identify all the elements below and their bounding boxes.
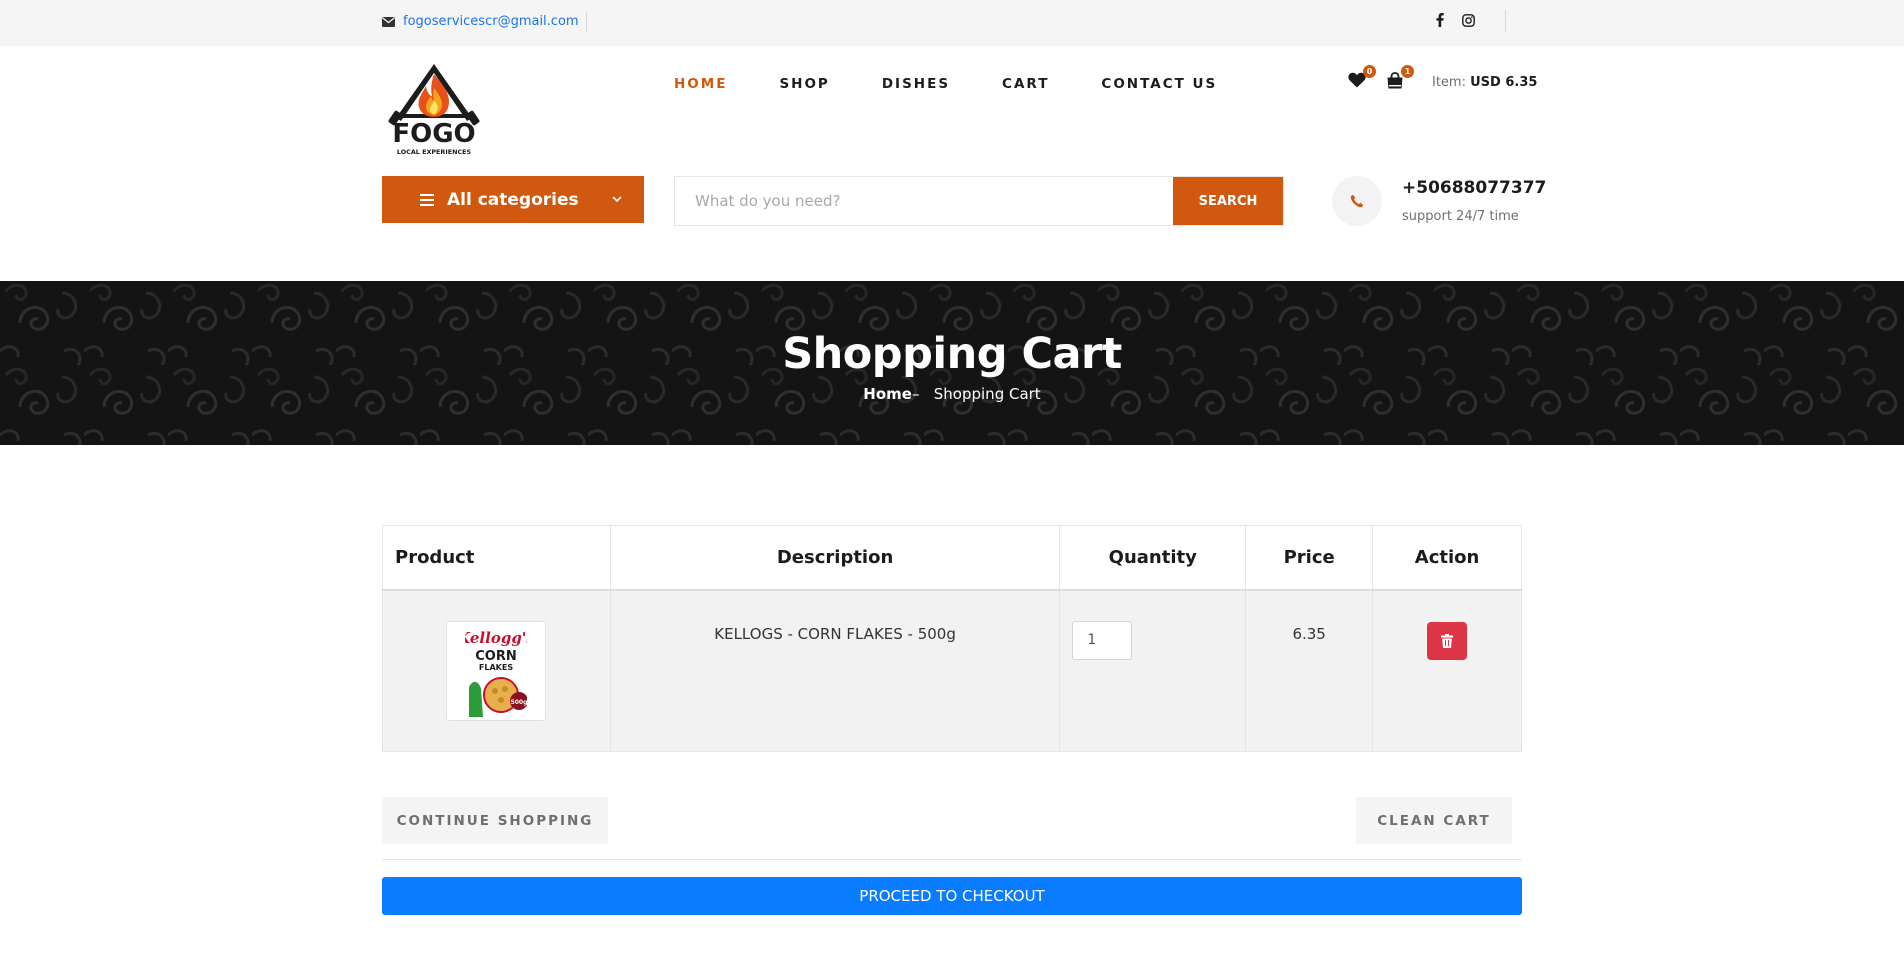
product-cell: Kellogg's CORN FLAKES 500g	[382, 589, 611, 752]
brand-logo[interactable]: FOGO LOCAL EXPERIENCES	[382, 58, 486, 158]
facebook-icon[interactable]	[1436, 13, 1444, 27]
divider	[586, 12, 587, 32]
breadcrumb: Home– Shopping Cart	[0, 385, 1904, 403]
svg-text:FLAKES: FLAKES	[479, 663, 513, 672]
all-categories-label: All categories	[447, 189, 579, 210]
column-header-description: Description	[609, 525, 1061, 591]
svg-text:CORN: CORN	[476, 649, 517, 664]
continue-shopping-button[interactable]: CONTINUE SHOPPING	[382, 797, 608, 844]
column-header-product: Product	[382, 525, 611, 591]
wishlist-count-badge: 0	[1363, 65, 1376, 78]
envelope-icon	[382, 16, 395, 27]
divider	[1505, 10, 1506, 32]
search-bar: SEARCH	[674, 176, 1284, 226]
description-cell: KELLOGS - CORN FLAKES - 500g	[609, 589, 1061, 752]
search-button[interactable]: SEARCH	[1173, 177, 1283, 225]
cart-total-label: Item:	[1432, 75, 1466, 90]
quantity-input[interactable]	[1072, 620, 1133, 660]
cart-button[interactable]: 1	[1386, 65, 1414, 90]
table-header-row: Product Description Quantity Price Actio…	[382, 525, 1522, 591]
social-links	[1436, 13, 1475, 27]
top-bar: fogoservicescr@gmail.com	[0, 0, 1904, 46]
nav-dishes[interactable]: DISHES	[882, 76, 950, 92]
nav-home[interactable]: HOME	[674, 76, 727, 92]
product-thumbnail[interactable]: Kellogg's CORN FLAKES 500g	[446, 620, 547, 721]
remove-item-button[interactable]	[1427, 621, 1468, 660]
support-text: support 24/7 time	[1402, 209, 1519, 224]
column-header-price: Price	[1245, 525, 1374, 591]
page-banner: Shopping Cart Home– Shopping Cart	[0, 281, 1904, 445]
clean-cart-button[interactable]: CLEAN CART	[1356, 797, 1512, 844]
cart-count-badge: 1	[1401, 65, 1414, 78]
page-title: Shopping Cart	[782, 329, 1122, 379]
action-cell	[1372, 589, 1522, 752]
trash-icon	[1441, 633, 1454, 648]
nav-contact-us[interactable]: CONTACT US	[1101, 76, 1217, 92]
menu-icon	[420, 193, 434, 206]
cart-total: Item: USD 6.35	[1432, 75, 1537, 90]
header-icons: 0 1	[1348, 65, 1414, 90]
cart-table: Product Description Quantity Price Actio…	[382, 525, 1522, 752]
cereal-box-image: Kellogg's CORN FLAKES 500g	[465, 624, 528, 717]
column-header-quantity: Quantity	[1059, 525, 1247, 591]
nav-cart[interactable]: CART	[1002, 76, 1049, 92]
instagram-icon[interactable]	[1462, 13, 1475, 27]
breadcrumb-current: Shopping Cart	[933, 385, 1041, 403]
phone-icon-circle	[1332, 176, 1382, 226]
svg-text:500g: 500g	[511, 699, 527, 706]
svg-text:Kellogg's: Kellogg's	[465, 629, 527, 647]
quantity-cell	[1059, 589, 1247, 752]
column-header-action: Action	[1372, 525, 1522, 591]
table-row: Kellogg's CORN FLAKES 500g KELLOGS - COR…	[382, 589, 1522, 752]
support-phone[interactable]: +50688077377	[1402, 178, 1546, 198]
breadcrumb-separator: –	[911, 385, 920, 403]
divider	[382, 859, 1522, 860]
cart-total-value: USD 6.35	[1470, 75, 1538, 90]
brand-tagline: LOCAL EXPERIENCES	[397, 148, 472, 156]
breadcrumb-home[interactable]: Home	[863, 385, 912, 403]
nav-shop[interactable]: SHOP	[779, 76, 829, 92]
all-categories-dropdown[interactable]: All categories	[382, 176, 644, 223]
chevron-down-icon	[612, 196, 622, 203]
phone-icon	[1350, 194, 1364, 208]
price-cell: 6.35	[1245, 589, 1374, 752]
email-contact[interactable]: fogoservicescr@gmail.com	[382, 14, 579, 29]
search-input[interactable]	[675, 177, 1173, 225]
email-text[interactable]: fogoservicescr@gmail.com	[403, 14, 579, 29]
main-nav: HOME SHOP DISHES CART CONTACT US	[674, 76, 1269, 92]
proceed-to-checkout-button[interactable]: PROCEED TO CHECKOUT	[382, 877, 1522, 915]
brand-wordmark: FOGO	[392, 119, 475, 149]
wishlist-button[interactable]: 0	[1348, 65, 1376, 90]
